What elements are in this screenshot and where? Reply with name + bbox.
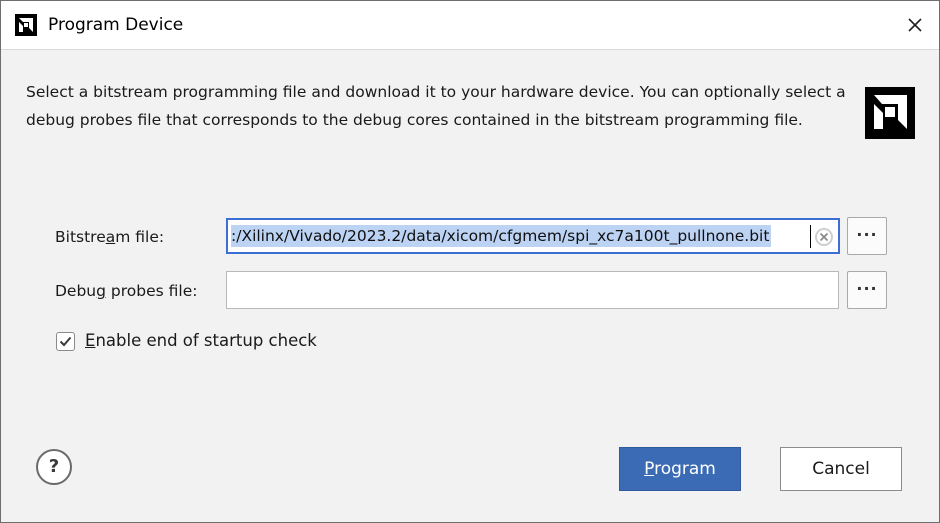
startup-check-mnemonic: E: [85, 331, 96, 350]
amd-brand-logo: [865, 87, 915, 139]
bitstream-file-input[interactable]: :/Xilinx/Vivado/2023.2/data/xicom/cfgmem…: [226, 218, 840, 254]
program-label: rogram: [654, 459, 716, 479]
debug-probes-browse-button[interactable]: ···: [847, 271, 887, 309]
cancel-button[interactable]: Cancel: [780, 447, 902, 491]
bitstream-label-start: Bitstre: [55, 228, 106, 246]
debug-label-mnemonic: g: [96, 282, 106, 300]
startup-check-label[interactable]: Enable end of startup check: [85, 331, 317, 351]
close-icon[interactable]: [902, 12, 928, 38]
bitstream-file-value: :/Xilinx/Vivado/2023.2/data/xicom/cfgmem…: [231, 225, 772, 247]
bitstream-label-end: m file:: [115, 228, 165, 246]
program-device-dialog: Program Device Select a bitstream progra…: [0, 0, 940, 523]
dialog-description: Select a bitstream programming file and …: [26, 83, 846, 129]
debug-label-end: probes file:: [105, 282, 198, 300]
text-caret: [810, 225, 811, 248]
startup-check-checkbox[interactable]: [56, 332, 75, 351]
debug-label-start: Debu: [55, 282, 97, 300]
startup-check-label-text: nable end of startup check: [95, 331, 317, 350]
program-button[interactable]: Program: [619, 447, 741, 491]
bitstream-label-mnemonic: a: [105, 228, 116, 246]
amd-logo-icon: [15, 14, 37, 36]
window-title: Program Device: [48, 15, 184, 35]
debug-probes-file-label: Debug probes file:: [55, 281, 197, 301]
checkmark-icon: [59, 336, 72, 347]
clear-icon[interactable]: [814, 227, 834, 247]
bitstream-file-label: Bitstream file:: [55, 227, 164, 247]
bitstream-browse-button[interactable]: ···: [847, 217, 887, 255]
program-mnemonic: P: [644, 459, 655, 479]
debug-probes-file-input[interactable]: [226, 271, 839, 309]
title-bar: Program Device: [1, 1, 939, 50]
help-button[interactable]: ?: [36, 449, 72, 485]
